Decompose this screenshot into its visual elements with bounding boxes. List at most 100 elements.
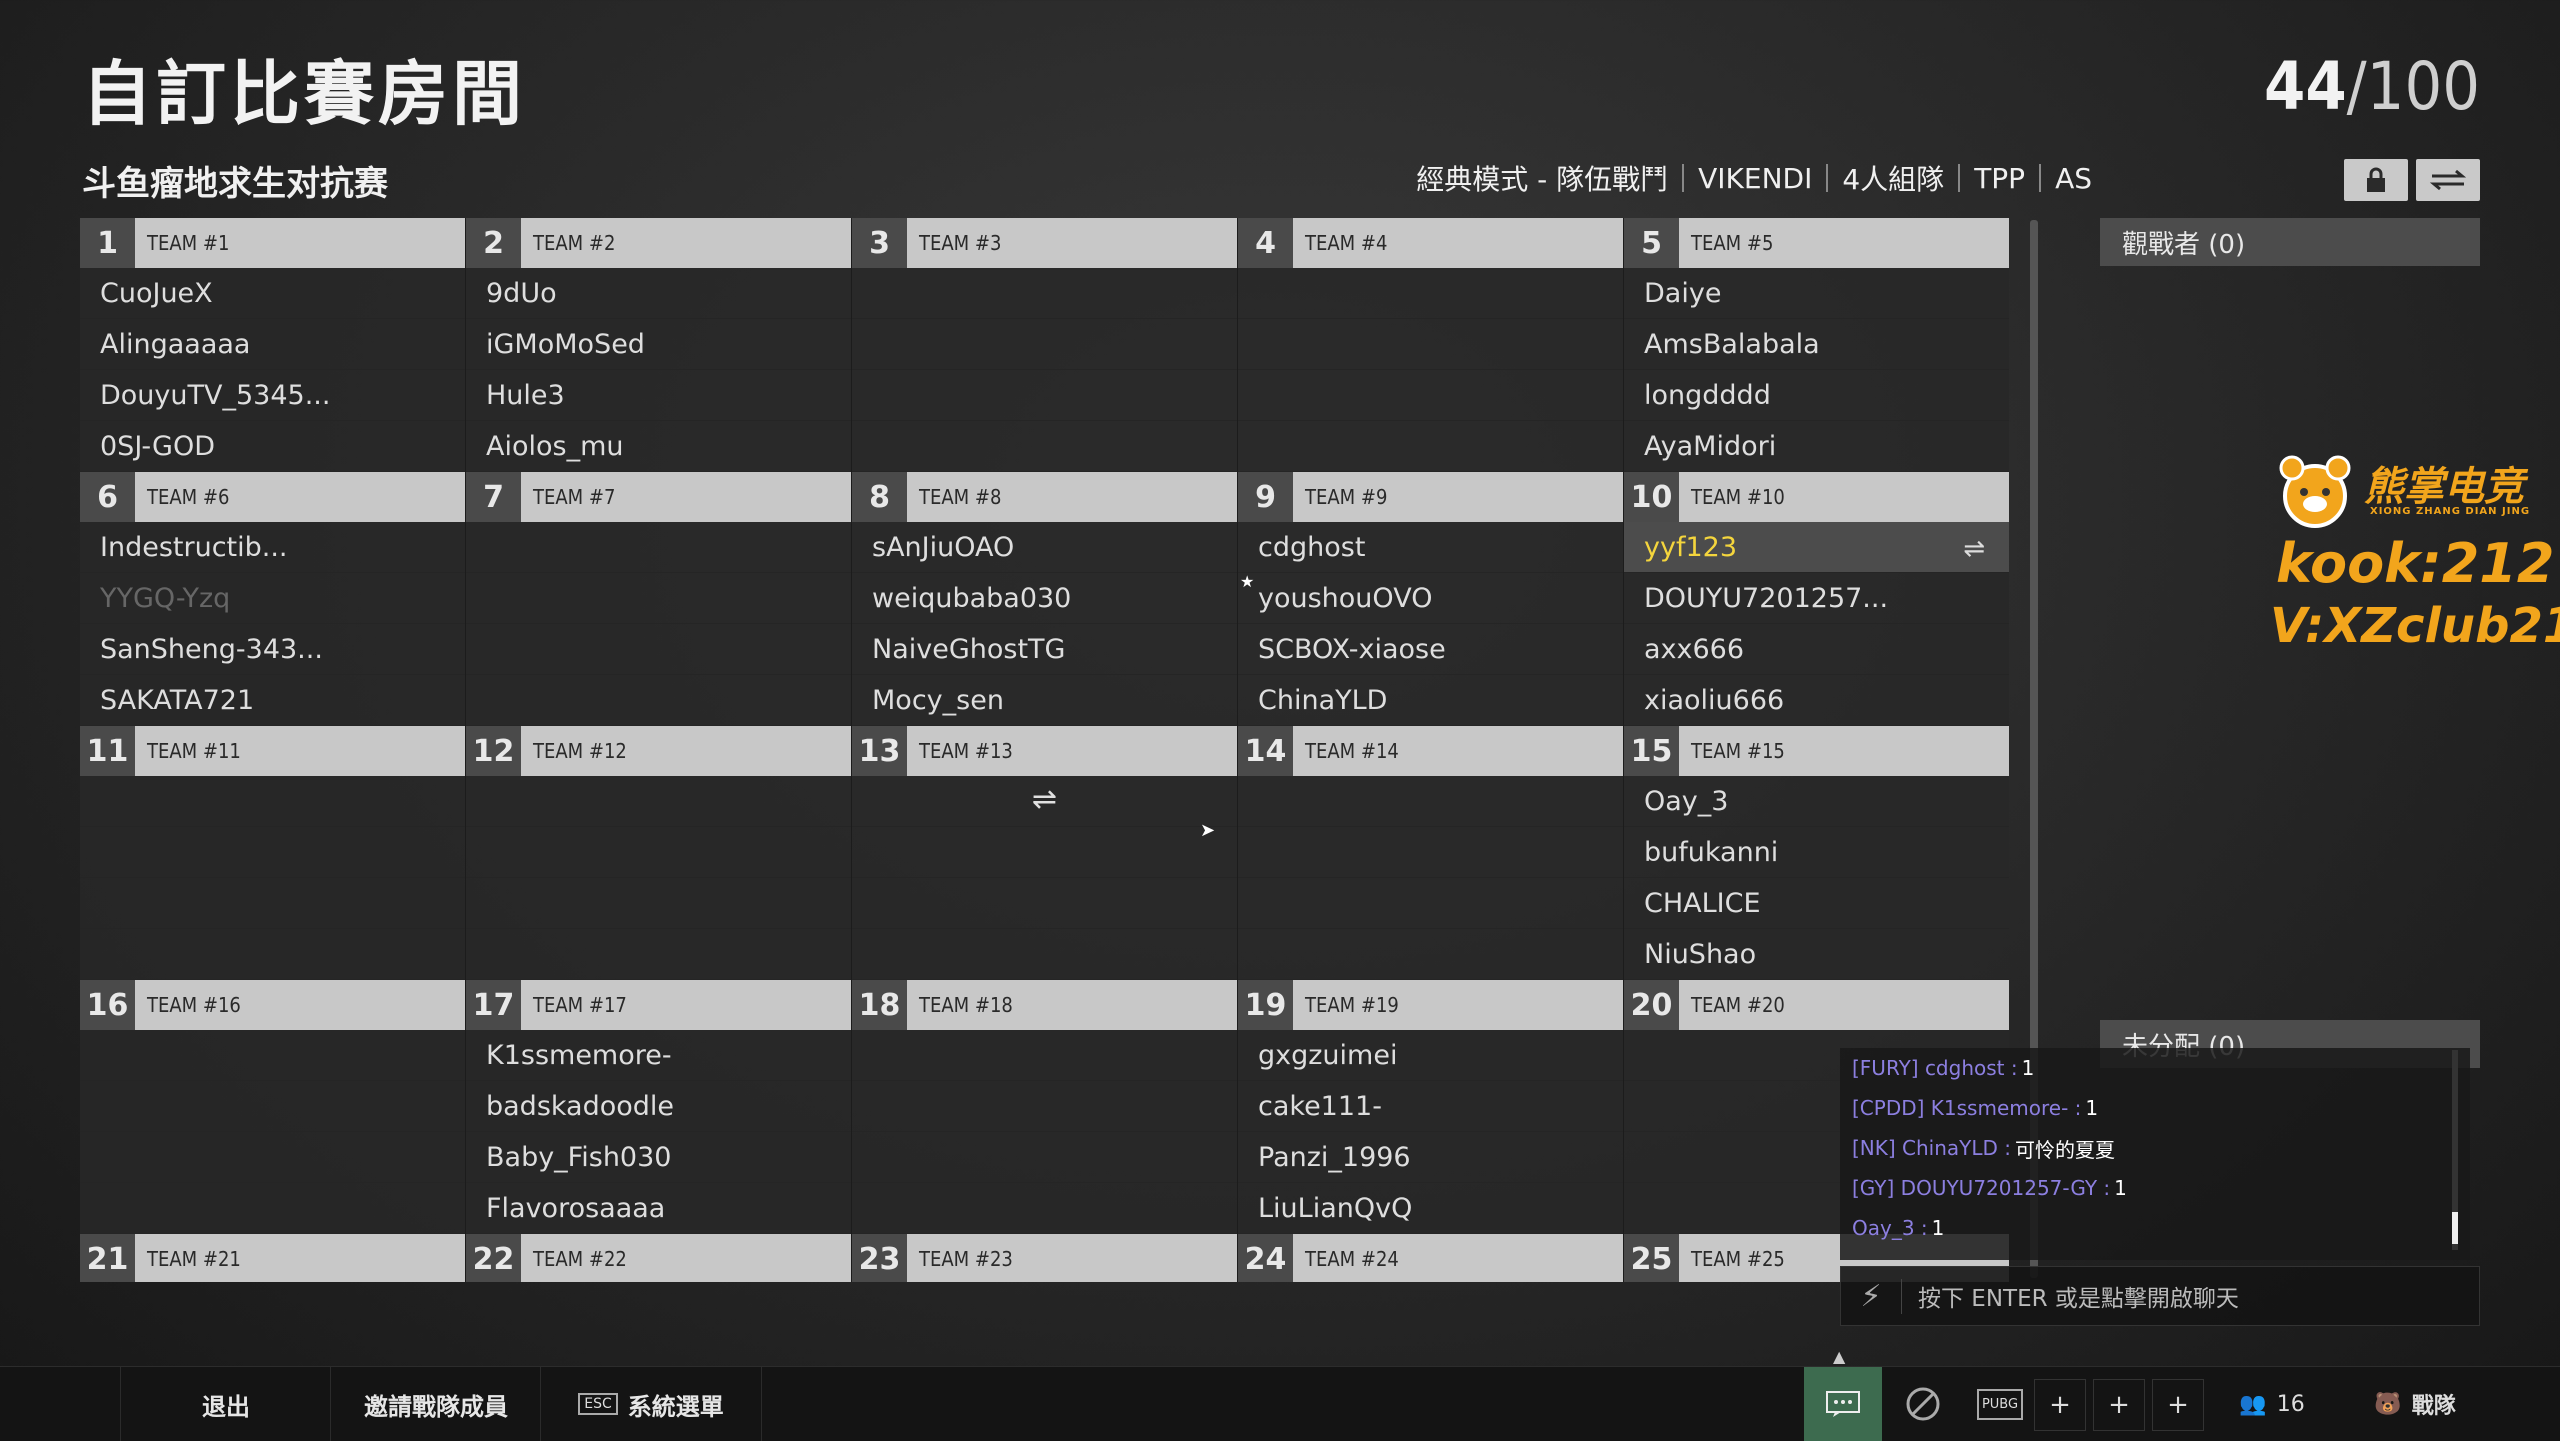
player-slot[interactable]: [80, 1030, 465, 1081]
team-header[interactable]: 8 TEAM #8: [852, 472, 1237, 522]
player-slot[interactable]: [1238, 929, 1623, 980]
player-slot[interactable]: axx666: [1624, 624, 2009, 675]
team-header[interactable]: 3 TEAM #3: [852, 218, 1237, 268]
player-slot[interactable]: CHALICE: [1624, 878, 2009, 929]
player-slot[interactable]: iGMoMoSed: [466, 319, 851, 370]
player-slot[interactable]: youshouOVO: [1238, 573, 1623, 624]
player-slot[interactable]: SanSheng-343...: [80, 624, 465, 675]
player-slot[interactable]: [80, 929, 465, 980]
player-slot[interactable]: [1238, 319, 1623, 370]
player-slot[interactable]: xiaoliu666: [1624, 675, 2009, 726]
add-party-slot-3-button[interactable]: +: [2152, 1379, 2204, 1431]
team-header[interactable]: 15 TEAM #15: [1624, 726, 2009, 776]
player-slot[interactable]: K1ssmemore-: [466, 1030, 851, 1081]
player-slot[interactable]: [466, 878, 851, 929]
player-slot[interactable]: Flavorosaaaa: [466, 1183, 851, 1234]
player-slot[interactable]: [466, 929, 851, 980]
player-slot[interactable]: [80, 827, 465, 878]
clan-button[interactable]: 🐻 戰隊: [2350, 1367, 2480, 1441]
team-header[interactable]: 4 TEAM #4: [1238, 218, 1623, 268]
team-header[interactable]: 18 TEAM #18: [852, 980, 1237, 1030]
team-header[interactable]: 7 TEAM #7: [466, 472, 851, 522]
player-slot[interactable]: Indestructib...: [80, 522, 465, 573]
player-slot[interactable]: [1238, 827, 1623, 878]
player-slot[interactable]: AyaMidori: [1624, 421, 2009, 472]
team-header[interactable]: 16 TEAM #16: [80, 980, 465, 1030]
player-slot[interactable]: longdddd: [1624, 370, 2009, 421]
team-header[interactable]: 2 TEAM #2: [466, 218, 851, 268]
player-slot[interactable]: [466, 675, 851, 726]
player-slot[interactable]: NaiveGhostTG: [852, 624, 1237, 675]
player-slot[interactable]: [1238, 268, 1623, 319]
player-slot[interactable]: 9dUo: [466, 268, 851, 319]
player-slot[interactable]: LiuLianQvQ: [1238, 1183, 1623, 1234]
team-header[interactable]: 21 TEAM #21: [80, 1234, 465, 1282]
player-slot[interactable]: [466, 827, 851, 878]
chat-scroll-thumb[interactable]: [2452, 1212, 2458, 1244]
player-slot[interactable]: gxgzuimei: [1238, 1030, 1623, 1081]
team-header[interactable]: 6 TEAM #6: [80, 472, 465, 522]
spectators-header[interactable]: 觀戰者 (0): [2100, 218, 2480, 266]
player-slot[interactable]: [1238, 776, 1623, 827]
player-slot[interactable]: [1238, 878, 1623, 929]
player-slot[interactable]: CuoJueX: [80, 268, 465, 319]
friends-button[interactable]: 👥 16: [2222, 1367, 2322, 1441]
player-slot[interactable]: [852, 1030, 1237, 1081]
join-team-swap-icon[interactable]: ⇌: [1032, 782, 1057, 817]
player-slot[interactable]: NiuShao: [1624, 929, 2009, 980]
voice-disabled-button[interactable]: [1886, 1367, 1960, 1441]
player-slot[interactable]: bufukanni: [1624, 827, 2009, 878]
team-header[interactable]: 12 TEAM #12: [466, 726, 851, 776]
team-header[interactable]: 5 TEAM #5: [1624, 218, 2009, 268]
lock-button[interactable]: [2344, 159, 2408, 201]
add-party-slot-2-button[interactable]: +: [2093, 1379, 2145, 1431]
player-slot[interactable]: Alingaaaaa: [80, 319, 465, 370]
player-slot[interactable]: [80, 1183, 465, 1234]
player-slot[interactable]: Panzi_1996: [1238, 1132, 1623, 1183]
player-slot[interactable]: [852, 878, 1237, 929]
system-menu-button[interactable]: ESC 系統選單: [540, 1367, 762, 1441]
player-slot[interactable]: [80, 878, 465, 929]
player-slot[interactable]: SAKATA721: [80, 675, 465, 726]
player-slot[interactable]: YYGQ-Yzq: [80, 573, 465, 624]
team-header[interactable]: 23 TEAM #23: [852, 1234, 1237, 1282]
player-slot[interactable]: yyf123 ⇌: [1624, 522, 2009, 573]
team-header[interactable]: 24 TEAM #24: [1238, 1234, 1623, 1282]
team-header[interactable]: 22 TEAM #22: [466, 1234, 851, 1282]
player-slot[interactable]: [852, 319, 1237, 370]
chat-toggle-button[interactable]: [1804, 1367, 1882, 1441]
player-slot[interactable]: [852, 421, 1237, 472]
team-header[interactable]: 13 TEAM #13: [852, 726, 1237, 776]
player-slot[interactable]: [1238, 421, 1623, 472]
player-slot[interactable]: DouyuTV_5345...: [80, 370, 465, 421]
swap-slot-icon[interactable]: ⇌: [1963, 534, 1985, 564]
player-slot[interactable]: [466, 624, 851, 675]
player-slot[interactable]: sAnJiuOAO: [852, 522, 1237, 573]
player-slot[interactable]: badskadoodle: [466, 1081, 851, 1132]
player-slot[interactable]: [466, 573, 851, 624]
chat-input[interactable]: ⚡ 按下 ENTER 或是點擊開啟聊天: [1840, 1266, 2480, 1326]
invite-clan-button[interactable]: 邀請戰隊成員: [330, 1367, 541, 1441]
player-slot[interactable]: [80, 1132, 465, 1183]
player-slot[interactable]: ChinaYLD: [1238, 675, 1623, 726]
player-slot[interactable]: [852, 1132, 1237, 1183]
team-header[interactable]: 10 TEAM #10: [1624, 472, 2009, 522]
team-header[interactable]: 9 TEAM #9: [1238, 472, 1623, 522]
team-header[interactable]: 11 TEAM #11: [80, 726, 465, 776]
player-slot[interactable]: DOUYU7201257...: [1624, 573, 2009, 624]
team-header[interactable]: 19 TEAM #19: [1238, 980, 1623, 1030]
team-header[interactable]: 1 TEAM #1: [80, 218, 465, 268]
player-slot[interactable]: Daiye: [1624, 268, 2009, 319]
player-slot[interactable]: cake111-: [1238, 1081, 1623, 1132]
player-slot[interactable]: weiqubaba030: [852, 573, 1237, 624]
player-slot[interactable]: Baby_Fish030: [466, 1132, 851, 1183]
player-slot[interactable]: [852, 268, 1237, 319]
player-slot[interactable]: [852, 1081, 1237, 1132]
player-slot[interactable]: 0SJ-GOD: [80, 421, 465, 472]
exit-button[interactable]: 退出: [120, 1367, 331, 1441]
player-slot[interactable]: [852, 827, 1237, 878]
player-slot[interactable]: SCBOX-xiaose: [1238, 624, 1623, 675]
player-slot[interactable]: [1238, 370, 1623, 421]
swap-teams-button[interactable]: [2416, 159, 2480, 201]
player-slot[interactable]: [852, 370, 1237, 421]
